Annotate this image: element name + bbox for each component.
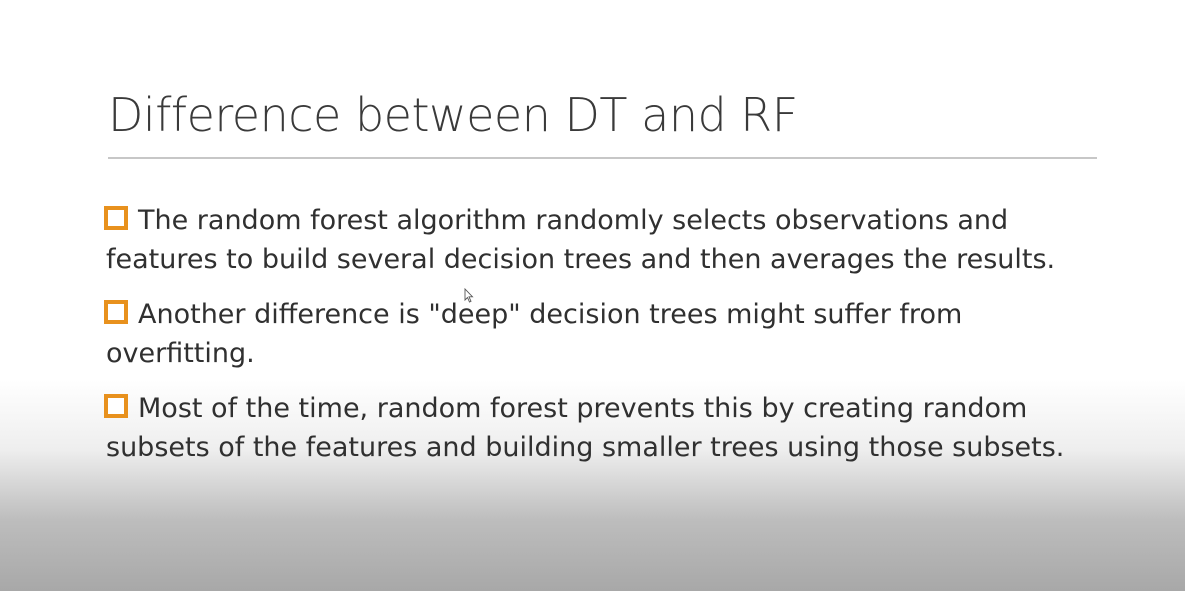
mouse-cursor-icon — [464, 288, 474, 303]
bullet-line: Another difference is "deep" decision tr… — [104, 295, 962, 334]
bullet-text: Another difference is "deep" decision tr… — [138, 299, 963, 330]
title-underline — [108, 157, 1097, 159]
slide-title: Difference between DT and RF — [108, 88, 798, 142]
bullet-line: features to build several decision trees… — [106, 244, 1056, 275]
bullet-line: Most of the time, random forest prevents… — [104, 389, 1064, 428]
bullet-line: The random forest algorithm randomly sel… — [104, 201, 1055, 240]
bullet-line: overfitting. — [106, 338, 255, 369]
bullet-item-1: The random forest algorithm randomly sel… — [104, 201, 1055, 279]
checkbox-bullet-icon — [104, 394, 128, 418]
bullet-item-2: Another difference is "deep" decision tr… — [104, 295, 962, 373]
checkbox-bullet-icon — [104, 300, 128, 324]
checkbox-bullet-icon — [104, 206, 128, 230]
bullet-text: The random forest algorithm randomly sel… — [138, 205, 1009, 236]
bullet-item-3: Most of the time, random forest prevents… — [104, 389, 1064, 467]
bullet-text: Most of the time, random forest prevents… — [138, 393, 1028, 424]
bullet-line: subsets of the features and building sma… — [106, 432, 1065, 463]
